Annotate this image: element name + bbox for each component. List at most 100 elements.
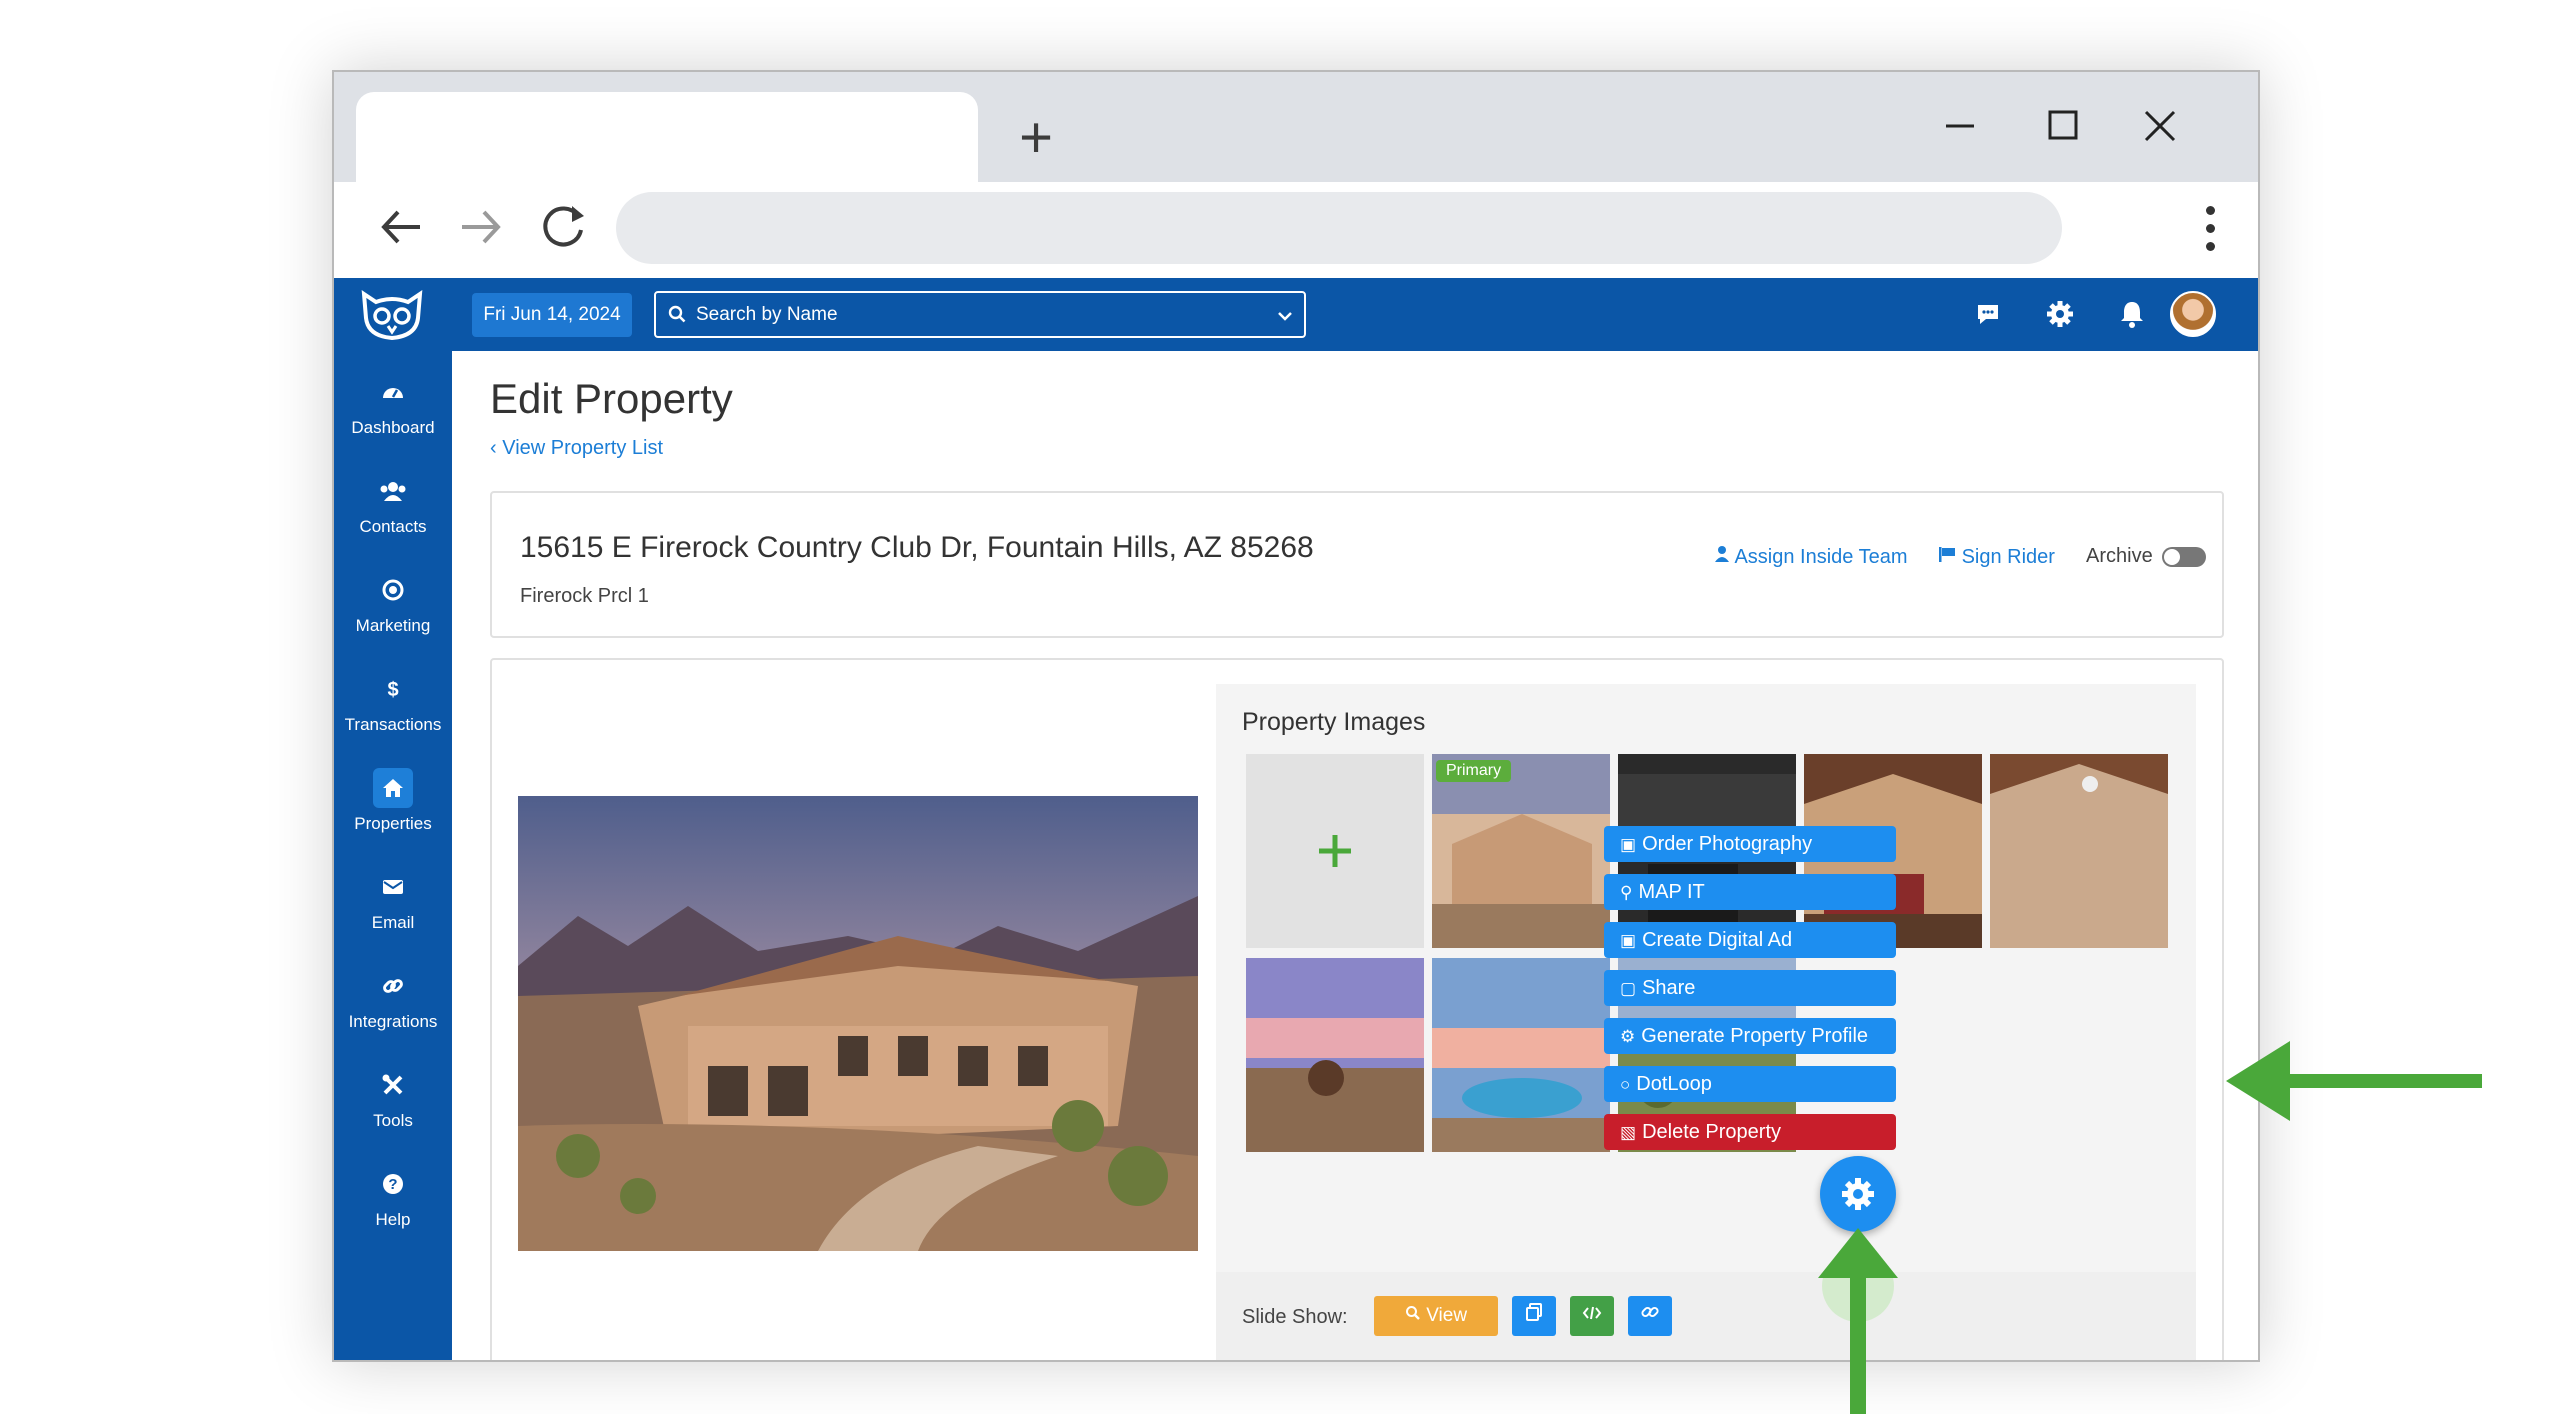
- property-header-card: 15615 E Firerock Country Club Dr, Founta…: [490, 491, 2224, 638]
- sidebar-item-label: Email: [371, 913, 415, 932]
- order-photography-label: Order Photography: [1642, 833, 1813, 855]
- user-icon: [1715, 546, 1729, 562]
- code-icon: [1582, 1306, 1602, 1320]
- home-icon: [373, 768, 413, 808]
- sidebar-item-dashboard[interactable]: Dashboard: [334, 368, 452, 458]
- sidebar-item-transactions[interactable]: $ Transactions: [334, 665, 452, 755]
- new-tab-button[interactable]: +: [1006, 108, 1066, 168]
- view-property-list-link[interactable]: ‹ View Property List: [490, 437, 663, 460]
- search-input[interactable]: Search by Name: [654, 291, 1306, 338]
- property-address: 15615 E Firerock Country Club Dr, Founta…: [520, 531, 1314, 564]
- order-photography-button[interactable]: ▣ Order Photography: [1604, 826, 1896, 862]
- back-arrow-icon[interactable]: [366, 192, 436, 262]
- images-title: Property Images: [1242, 708, 1426, 736]
- maximize-icon[interactable]: [2032, 96, 2092, 156]
- sidebar-item-help[interactable]: ? Help: [334, 1160, 452, 1250]
- close-icon[interactable]: [2130, 96, 2190, 156]
- chevron-down-icon[interactable]: [1274, 305, 1296, 327]
- map-it-label: MAP IT: [1638, 881, 1705, 903]
- sidebar: Dashboard Contacts Marketing $ Transacti…: [334, 278, 452, 1360]
- copy-link-button[interactable]: [1512, 1296, 1556, 1336]
- date-button[interactable]: Fri Jun 14, 2024: [472, 293, 632, 337]
- sidebar-item-label: Tools: [373, 1111, 413, 1130]
- link-icon: [1641, 1306, 1659, 1318]
- slideshow-view-button[interactable]: View: [1374, 1296, 1498, 1336]
- sidebar-item-tools[interactable]: Tools: [334, 1061, 452, 1151]
- sign-rider-link[interactable]: Sign Rider: [1938, 545, 2055, 569]
- gear-icon: [1842, 1178, 1874, 1210]
- embed-code-button[interactable]: [1570, 1296, 1614, 1336]
- main-content: Edit Property ‹ View Property List 15615…: [452, 351, 2258, 1360]
- property-image-thumb[interactable]: [1246, 958, 1424, 1152]
- svg-text:?: ?: [388, 1176, 397, 1193]
- help-icon: ?: [373, 1164, 413, 1204]
- search-icon: [668, 305, 686, 323]
- map-it-button[interactable]: ⚲ MAP IT: [1604, 874, 1896, 910]
- assign-inside-team-link[interactable]: Assign Inside Team: [1714, 545, 1908, 569]
- share-link-button[interactable]: [1628, 1296, 1672, 1336]
- generate-profile-label: Generate Property Profile: [1641, 1025, 1869, 1047]
- trash-icon: ▧: [1620, 1123, 1637, 1142]
- property-image-thumb[interactable]: Primary: [1432, 754, 1610, 948]
- archive-toggle[interactable]: [2162, 547, 2206, 567]
- dashboard-icon: [373, 372, 413, 412]
- ad-icon: ▣: [1620, 931, 1637, 950]
- dollar-icon: $: [373, 669, 413, 709]
- chevron-left-icon: ‹: [490, 437, 497, 459]
- reload-icon[interactable]: [528, 192, 598, 262]
- facebook-icon: ▢: [1620, 979, 1637, 998]
- annotation-arrow-left: [2226, 1041, 2482, 1121]
- slideshow-label: Slide Show:: [1242, 1306, 1348, 1328]
- create-digital-ad-label: Create Digital Ad: [1642, 929, 1793, 951]
- sign-rider-label: Sign Rider: [1961, 546, 2055, 568]
- chat-icon[interactable]: [1972, 298, 2004, 330]
- sidebar-item-label: Help: [375, 1210, 411, 1229]
- sidebar-item-label: Transactions: [344, 715, 442, 734]
- assign-inside-team-label: Assign Inside Team: [1734, 546, 1908, 568]
- envelope-icon: [373, 867, 413, 907]
- property-image-thumb[interactable]: [1990, 754, 2168, 948]
- dotloop-icon: ○: [1620, 1075, 1631, 1094]
- sidebar-item-properties[interactable]: Properties: [334, 764, 452, 854]
- create-digital-ad-button[interactable]: ▣ Create Digital Ad: [1604, 922, 1896, 958]
- delete-property-button[interactable]: ▧ Delete Property: [1604, 1114, 1896, 1150]
- archive-label: Archive: [2086, 545, 2153, 567]
- gear-icon[interactable]: [2044, 298, 2076, 330]
- sidebar-item-label: Integrations: [348, 1012, 438, 1031]
- address-bar[interactable]: [616, 192, 2062, 264]
- sidebar-item-integrations[interactable]: Integrations: [334, 962, 452, 1052]
- owl-logo-icon[interactable]: [356, 288, 428, 342]
- dotloop-label: DotLoop: [1636, 1073, 1712, 1095]
- sidebar-item-marketing[interactable]: Marketing: [334, 566, 452, 656]
- cogs-icon: ⚙: [1620, 1027, 1636, 1046]
- image-icon: ▣: [1620, 835, 1637, 854]
- add-image-tile[interactable]: [1246, 754, 1424, 948]
- slideshow-bar: Slide Show: View: [1216, 1272, 2196, 1360]
- browser-window: + Fri Jun 14, 2024 Search by Name Dashbo…: [332, 70, 2260, 1362]
- browser-tab[interactable]: [356, 92, 978, 182]
- sidebar-item-contacts[interactable]: Contacts: [334, 467, 452, 557]
- forward-arrow-icon[interactable]: [446, 192, 516, 262]
- property-subdivision: Firerock Prcl 1: [520, 585, 649, 607]
- tab-strip: +: [334, 72, 2258, 182]
- bell-icon[interactable]: [2116, 298, 2148, 330]
- property-image-thumb[interactable]: [1432, 958, 1610, 1152]
- actions-gear-button[interactable]: [1820, 1156, 1896, 1232]
- app-root: Fri Jun 14, 2024 Search by Name Dashboar…: [334, 278, 2258, 1360]
- delete-property-label: Delete Property: [1642, 1121, 1782, 1143]
- sidebar-item-email[interactable]: Email: [334, 863, 452, 953]
- copy-icon: [1526, 1303, 1542, 1321]
- browser-menu-icon[interactable]: [2190, 202, 2230, 262]
- map-pin-icon: ⚲: [1620, 883, 1633, 902]
- dotloop-button[interactable]: ○ DotLoop: [1604, 1066, 1896, 1102]
- avatar[interactable]: [2170, 291, 2216, 337]
- annotation-arrow-up: [1818, 1228, 1898, 1414]
- sidebar-item-label: Marketing: [355, 616, 431, 635]
- contacts-icon: [373, 471, 413, 511]
- share-label: Share: [1642, 977, 1696, 999]
- main-property-photo: [518, 796, 1198, 1251]
- svg-text:$: $: [387, 679, 398, 701]
- share-button[interactable]: ▢ Share: [1604, 970, 1896, 1006]
- minimize-icon[interactable]: [1930, 96, 1990, 156]
- generate-property-profile-button[interactable]: ⚙ Generate Property Profile: [1604, 1018, 1896, 1054]
